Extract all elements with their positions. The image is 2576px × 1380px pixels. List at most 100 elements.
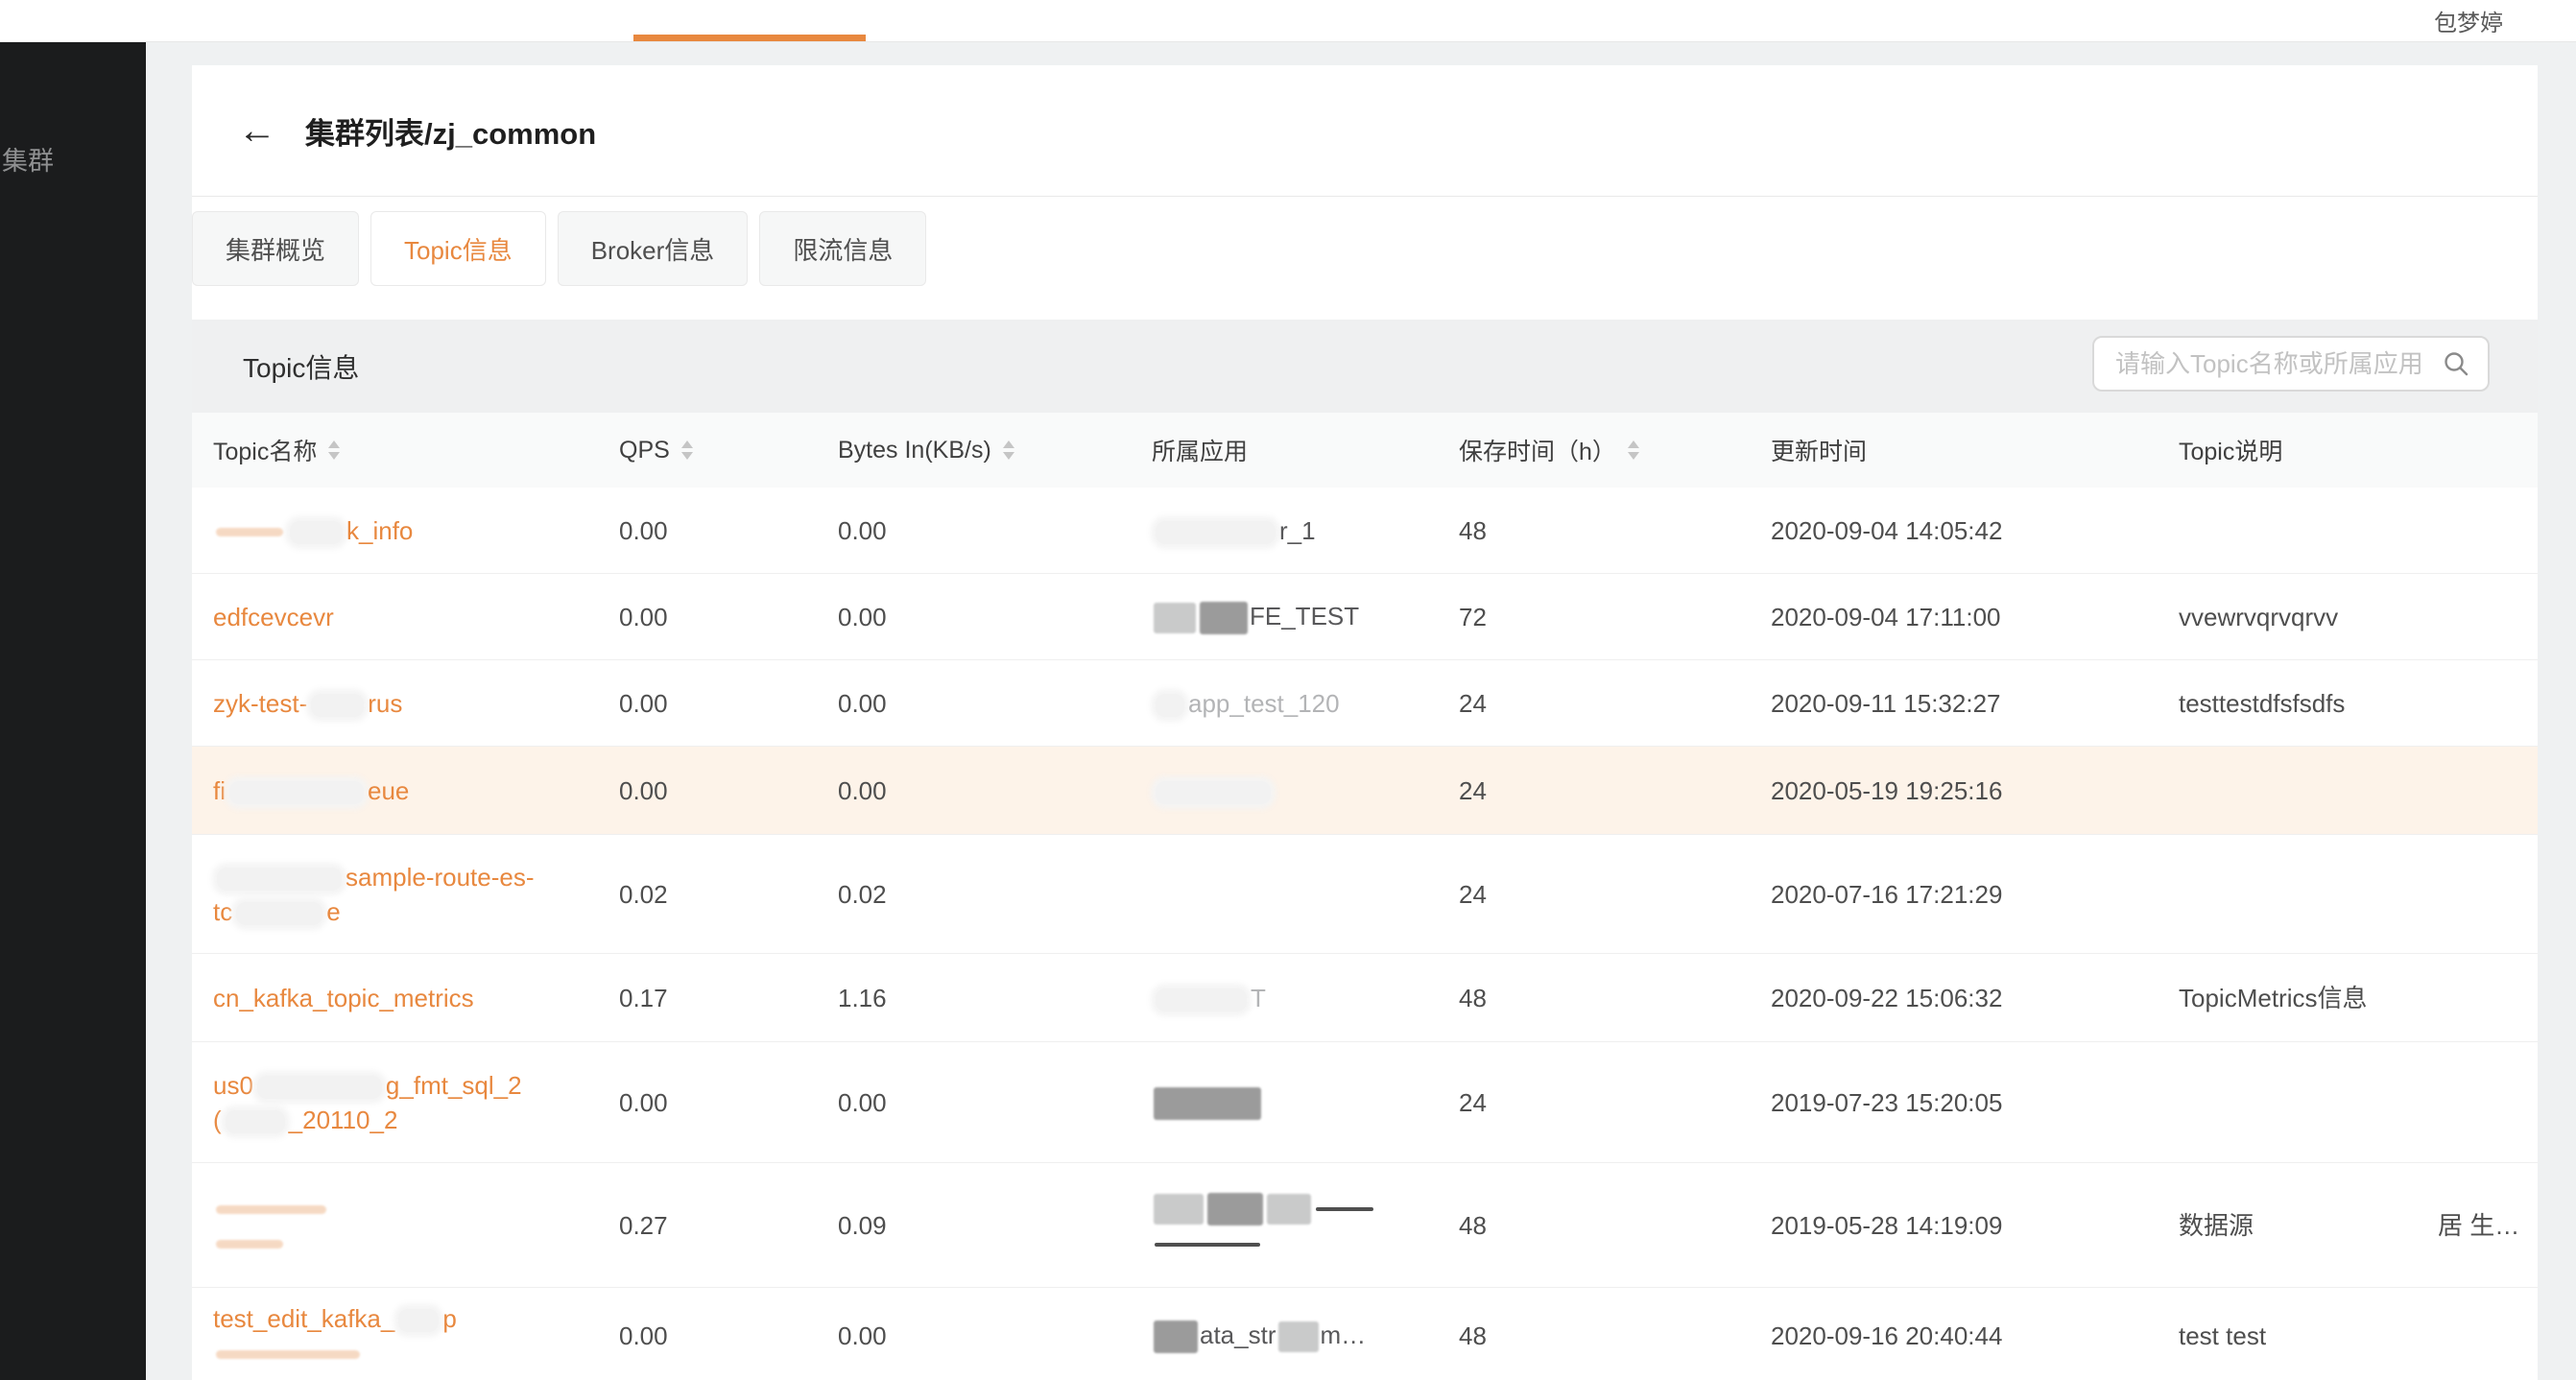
sort-control-bytes-in[interactable] [1003,440,1014,460]
cell-line: zyk-test-rus [213,686,619,721]
topic-name-cell [192,1191,619,1260]
updated-cell: 2020-09-04 17:11:00 [1771,600,2179,634]
topic-link[interactable]: g_fmt_sql_2 [386,1071,522,1100]
user-menu[interactable]: 包梦婷 [2434,4,2503,37]
retention-cell: 24 [1459,877,1771,912]
topic-link[interactable]: sample-route-es- [346,863,535,892]
topic-link[interactable]: eue [368,776,409,805]
topic-link[interactable]: us0 [213,1071,253,1100]
redaction-blur [1316,1207,1373,1211]
app-text: FE_TEST [1250,602,1359,631]
topic-link[interactable]: test_edit_kafka_ [213,1304,394,1333]
topic-link[interactable]: k_info [346,516,413,545]
retention-cell: 24 [1459,1085,1771,1120]
table-row: edfcevcevr0.000.00FE_TEST722020-09-04 17… [192,574,2538,660]
retention-cell: 48 [1459,1319,1771,1353]
tab-cluster-overview[interactable]: 集群概览 [192,211,359,286]
redaction-blur [1154,603,1196,633]
topic-link[interactable]: p [442,1304,456,1333]
section-title: Topic信息 [243,320,359,413]
column-label: 更新时间 [1771,433,1867,467]
redaction-blur [217,868,342,891]
cell-line [213,1225,619,1260]
column-header-topic-name: Topic名称 [192,433,619,467]
redaction-blur [1154,1087,1261,1120]
redaction-blur [1278,1321,1319,1352]
sidebar-item-cluster[interactable]: 集群 [2,140,54,178]
topic-name-cell: cn_kafka_topic_metrics [192,981,619,1015]
tabs: 集群概览Topic信息Broker信息限流信息 [192,211,938,286]
cell-line [213,1191,619,1225]
redaction-blur [1156,521,1276,544]
tab-throttle-info[interactable]: 限流信息 [759,211,926,286]
cell-line: tc e [213,894,619,929]
cell-line: FE_TEST [1152,599,1459,634]
table-body: k_info0.000.00r_1482020-09-04 14:05:42ed… [192,488,2538,1380]
topic-link[interactable]: rus [368,689,402,718]
topic-link[interactable]: fi [213,776,226,805]
search-input[interactable] [2094,349,2442,379]
main-card: ← 集群列表/zj_common 集群概览Topic信息Broker信息限流信息… [192,65,2538,1380]
app-cell: FE_TEST [1152,599,1459,634]
table-row: 0.270.09482019-05-28 14:19:09数据源居 生… [192,1163,2538,1288]
topic-name-cell: fi eue [192,773,619,808]
cell-line [213,1336,619,1370]
app-cell: app_test_120 [1152,686,1459,721]
app-text: m… [1321,1321,1367,1349]
qps-cell: 0.27 [619,1208,838,1243]
qps-cell: 0.00 [619,773,838,808]
app-text: r_1 [1279,516,1316,545]
topic-name-cell: us0 g_fmt_sql_2 ( _20110_2 [192,1068,619,1137]
page-title: 集群列表/zj_common [305,109,596,153]
app-text: T [1251,984,1266,1012]
updated-cell: 2020-09-16 20:40:44 [1771,1319,2179,1353]
bytes-in-cell: 0.00 [838,600,1152,634]
column-label: 所属应用 [1152,433,1248,467]
topic-link[interactable]: edfcevcevr [213,603,334,631]
redaction-blur [1156,988,1247,1011]
qps-cell: 0.00 [619,1085,838,1120]
qps-cell: 0.17 [619,981,838,1015]
column-label: 保存时间（h） [1459,433,1616,467]
topic-link[interactable]: tc [213,897,232,926]
topic-link[interactable]: zyk-test- [213,689,307,718]
redaction-blur [1207,1193,1263,1225]
topic-link[interactable]: _20110_2 [289,1106,398,1134]
redaction-blur [1267,1194,1311,1225]
back-arrow-icon[interactable]: ← [238,111,276,150]
updated-cell: 2020-05-19 19:25:16 [1771,773,2179,808]
sort-control-retention[interactable] [1628,440,1639,460]
table-row: sample-route-es-tce0.020.02242020-07-16 … [192,835,2538,954]
topic-link[interactable]: e [326,897,340,926]
redaction-blur [311,694,364,717]
sort-control-topic-name[interactable] [328,440,340,460]
sort-control-qps[interactable] [681,440,693,460]
column-label: QPS [619,437,670,464]
qps-cell: 0.00 [619,1319,838,1353]
search-icon[interactable] [2442,349,2470,378]
cell-line [1152,1084,1459,1120]
redaction-blur [216,528,283,536]
tab-broker-info[interactable]: Broker信息 [558,211,749,286]
app-cell [1152,1084,1459,1120]
redaction-blur [236,902,322,925]
updated-cell: 2020-09-11 15:32:27 [1771,686,2179,721]
cell-line [1152,1225,1459,1260]
cell-line [1152,1190,1459,1225]
column-header-qps: QPS [619,437,838,464]
redaction-blur [229,781,364,804]
topic-link[interactable]: ( [213,1106,222,1134]
cell-line: cn_kafka_topic_metrics [213,981,619,1015]
topic-name-cell: k_info [192,513,619,548]
tab-topic-info[interactable]: Topic信息 [370,211,546,286]
bytes-in-cell: 0.00 [838,686,1152,721]
topic-link[interactable]: cn_kafka_topic_metrics [213,984,474,1012]
topic-name-cell: zyk-test-rus [192,686,619,721]
updated-cell: 2020-09-04 14:05:42 [1771,513,2179,548]
qps-cell: 0.00 [619,686,838,721]
column-header-bytes-in: Bytes In(KB/s) [838,437,1152,464]
redaction-blur [216,1205,326,1214]
redaction-blur [1156,781,1271,804]
cell-line: ata_strm… [1152,1318,1459,1353]
table-header-row: Topic名称QPSBytes In(KB/s)所属应用保存时间（h）更新时间T… [192,413,2538,488]
